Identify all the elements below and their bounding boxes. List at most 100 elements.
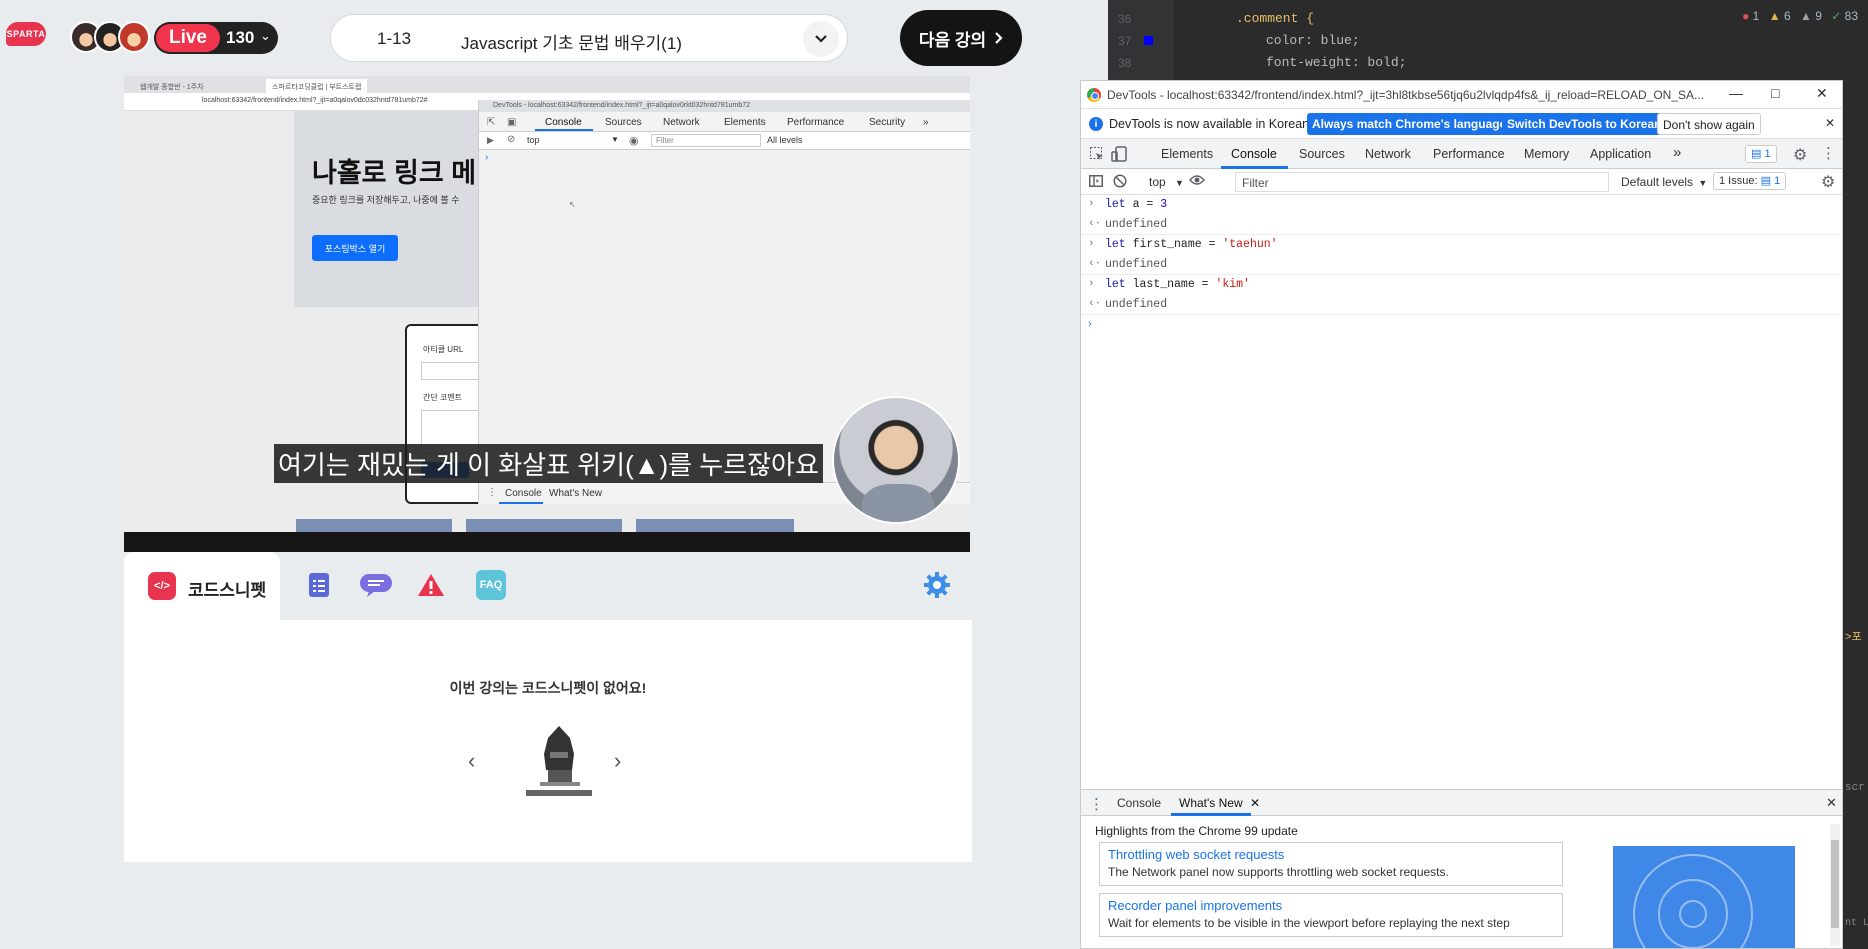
- video-control-bar[interactable]: [124, 532, 970, 552]
- tab-code-snippets-label: 코드스니펫: [188, 581, 267, 600]
- live-viewers-button[interactable]: Live 130 ⌄: [154, 22, 278, 54]
- chevron-down-icon: ▼: [1175, 178, 1184, 188]
- whats-new-item-desc: Wait for elements to be visible in the v…: [1108, 916, 1510, 930]
- notes-icon[interactable]: [304, 570, 334, 600]
- tab-code-snippets[interactable]: </> 코드스니펫: [124, 552, 280, 620]
- snippet-empty-message: 이번 강의는 코드스니펫이 없어요!: [449, 680, 647, 696]
- code-fragment: nt Lo: [1845, 918, 1868, 929]
- close-button[interactable]: ✕: [1816, 85, 1828, 102]
- message-icon: ▤: [1760, 175, 1771, 187]
- device-toolbar-icon[interactable]: [1111, 146, 1127, 165]
- chevron-down-icon[interactable]: [803, 21, 839, 57]
- inspect-element-icon[interactable]: [1089, 146, 1105, 165]
- show-sidebar-icon[interactable]: [1089, 175, 1103, 190]
- whats-new-item[interactable]: Throttling web socket requests The Netwo…: [1099, 842, 1563, 886]
- video-hero-button: 포스팅박스 열기: [312, 235, 398, 261]
- whats-new-headline: Highlights from the Chrome 99 update: [1095, 824, 1298, 838]
- kebab-menu-icon[interactable]: ⋮: [1089, 795, 1104, 813]
- ok-count: 83: [1844, 9, 1858, 23]
- tab-elements[interactable]: Elements: [1161, 147, 1213, 161]
- active-tab-indicator: [1171, 813, 1251, 816]
- minimize-button[interactable]: —: [1729, 85, 1743, 101]
- devtools-window[interactable]: DevTools - localhost:63342/frontend/inde…: [1080, 80, 1843, 949]
- clear-console-icon[interactable]: [1113, 174, 1127, 191]
- video-devtools-tab: Security: [869, 117, 906, 128]
- video-devtools-drawer-tab: Console: [505, 488, 542, 499]
- console-input-line[interactable]: › let first_name = 'taehun': [1081, 235, 1842, 255]
- next-lesson-label: 다음 강의: [918, 30, 987, 50]
- tab-performance[interactable]: Performance: [1433, 147, 1505, 161]
- eye-icon[interactable]: [1189, 174, 1205, 189]
- video-hero-subtitle: 중요한 링크를 저장해두고, 나중에 볼 수: [312, 195, 460, 205]
- gear-icon[interactable]: [922, 570, 952, 600]
- warning-icon[interactable]: [416, 570, 446, 600]
- console-filter-input[interactable]: Filter: [1235, 172, 1609, 192]
- sparta-logo[interactable]: SPARTA: [6, 22, 46, 46]
- drawer-tab-whats-new[interactable]: What's New ✕: [1179, 796, 1260, 810]
- whats-new-item-desc: The Network panel now supports throttlin…: [1108, 865, 1449, 879]
- match-language-button[interactable]: Always match Chrome's language: [1307, 113, 1512, 135]
- more-tabs-icon[interactable]: »: [1673, 144, 1681, 161]
- video-devtools-levels: All levels: [767, 135, 803, 145]
- whats-new-item-title[interactable]: Recorder panel improvements: [1108, 898, 1554, 913]
- video-form-label: 간단 코멘트: [423, 393, 463, 402]
- console-input-line[interactable]: › let last_name = 'kim': [1081, 275, 1842, 295]
- video-devtools-tab: Sources: [605, 117, 642, 128]
- chevron-left-icon[interactable]: ‹: [468, 748, 475, 774]
- video-devtools-tab: Network: [663, 117, 700, 128]
- gear-icon[interactable]: ⚙: [1793, 145, 1807, 165]
- faq-icon[interactable]: FAQ: [476, 570, 506, 600]
- chat-icon[interactable]: [358, 570, 394, 600]
- video-devtools-tabs: ⇱ ▣ Console Sources Network Elements Per…: [479, 112, 970, 132]
- switch-korean-button[interactable]: Switch DevTools to Korean: [1502, 113, 1667, 135]
- context-selector[interactable]: top ▼: [1149, 175, 1184, 189]
- line-number: 38: [1118, 56, 1132, 70]
- devtools-titlebar[interactable]: DevTools - localhost:63342/frontend/inde…: [1081, 81, 1842, 109]
- inspection-status[interactable]: ● 1 ▲ 6 ▲ 9 ✓ 83: [1742, 9, 1858, 23]
- close-icon[interactable]: ✕: [1825, 116, 1835, 130]
- tab-sources[interactable]: Sources: [1299, 147, 1345, 161]
- warning-count: 6: [1783, 9, 1791, 23]
- console-toolbar: top ▼ Filter Default levels ▼ 1 Issue: ▤…: [1081, 169, 1842, 195]
- more-tabs-icon: »: [923, 117, 929, 128]
- console-settings-icon[interactable]: ⚙: [1821, 172, 1835, 192]
- snippet-tabbar: </> 코드스니펫 FAQ: [124, 552, 972, 620]
- dont-show-again-button[interactable]: Don't show again: [1657, 113, 1761, 135]
- tab-network[interactable]: Network: [1365, 147, 1411, 161]
- code-value: 'kim': [1215, 278, 1250, 291]
- issues-button[interactable]: 1 Issue: ▤ 1: [1713, 172, 1787, 190]
- close-icon[interactable]: ✕: [1250, 796, 1260, 810]
- console-output-line[interactable]: ‹· undefined: [1081, 255, 1842, 275]
- console-output-line[interactable]: ‹· undefined: [1081, 295, 1842, 315]
- tab-application[interactable]: Application: [1590, 147, 1651, 161]
- close-drawer-icon[interactable]: ✕: [1826, 795, 1837, 811]
- drawer-scrollbar[interactable]: [1830, 824, 1840, 946]
- faq-label: FAQ: [479, 579, 503, 591]
- code-fragment: scr: [1845, 782, 1865, 794]
- chevron-down-icon: ▼: [611, 135, 619, 144]
- whats-new-item[interactable]: Recorder panel improvements Wait for ele…: [1099, 893, 1563, 937]
- console-prompt[interactable]: ›: [1081, 315, 1842, 335]
- drawer-tab-console[interactable]: Console: [1117, 796, 1161, 810]
- chevron-right-icon: [995, 32, 1003, 44]
- tab-console[interactable]: Console: [1231, 147, 1277, 161]
- maximize-button[interactable]: □: [1771, 85, 1779, 101]
- console-output[interactable]: › let a = 3 ‹· undefined › let first_name = '…: [1081, 195, 1842, 335]
- input-arrow-icon: ›: [1088, 198, 1095, 210]
- kebab-menu-icon[interactable]: ⋮: [1821, 144, 1836, 162]
- chevron-right-icon[interactable]: ›: [614, 748, 621, 774]
- lesson-number: 1-13: [377, 29, 412, 48]
- console-output-line[interactable]: ‹· undefined: [1081, 215, 1842, 235]
- video-hero-title: 나홀로 링크 메: [312, 158, 477, 188]
- whats-new-item-title[interactable]: Throttling web socket requests: [1108, 847, 1554, 862]
- tab-memory[interactable]: Memory: [1524, 147, 1569, 161]
- log-levels-dropdown[interactable]: Default levels ▼: [1621, 175, 1707, 189]
- console-input-line[interactable]: › let a = 3: [1081, 195, 1842, 215]
- line-number: 36: [1118, 12, 1132, 26]
- lesson-select[interactable]: 1-13 Javascript 기초 문법 배우기(1): [330, 14, 848, 62]
- messages-badge[interactable]: ▤ 1: [1745, 145, 1777, 163]
- code-value: 'taehun': [1222, 238, 1278, 251]
- scrollbar-thumb[interactable]: [1831, 840, 1839, 928]
- next-lesson-button[interactable]: 다음 강의: [900, 10, 1022, 66]
- viewer-count: 130: [226, 28, 255, 47]
